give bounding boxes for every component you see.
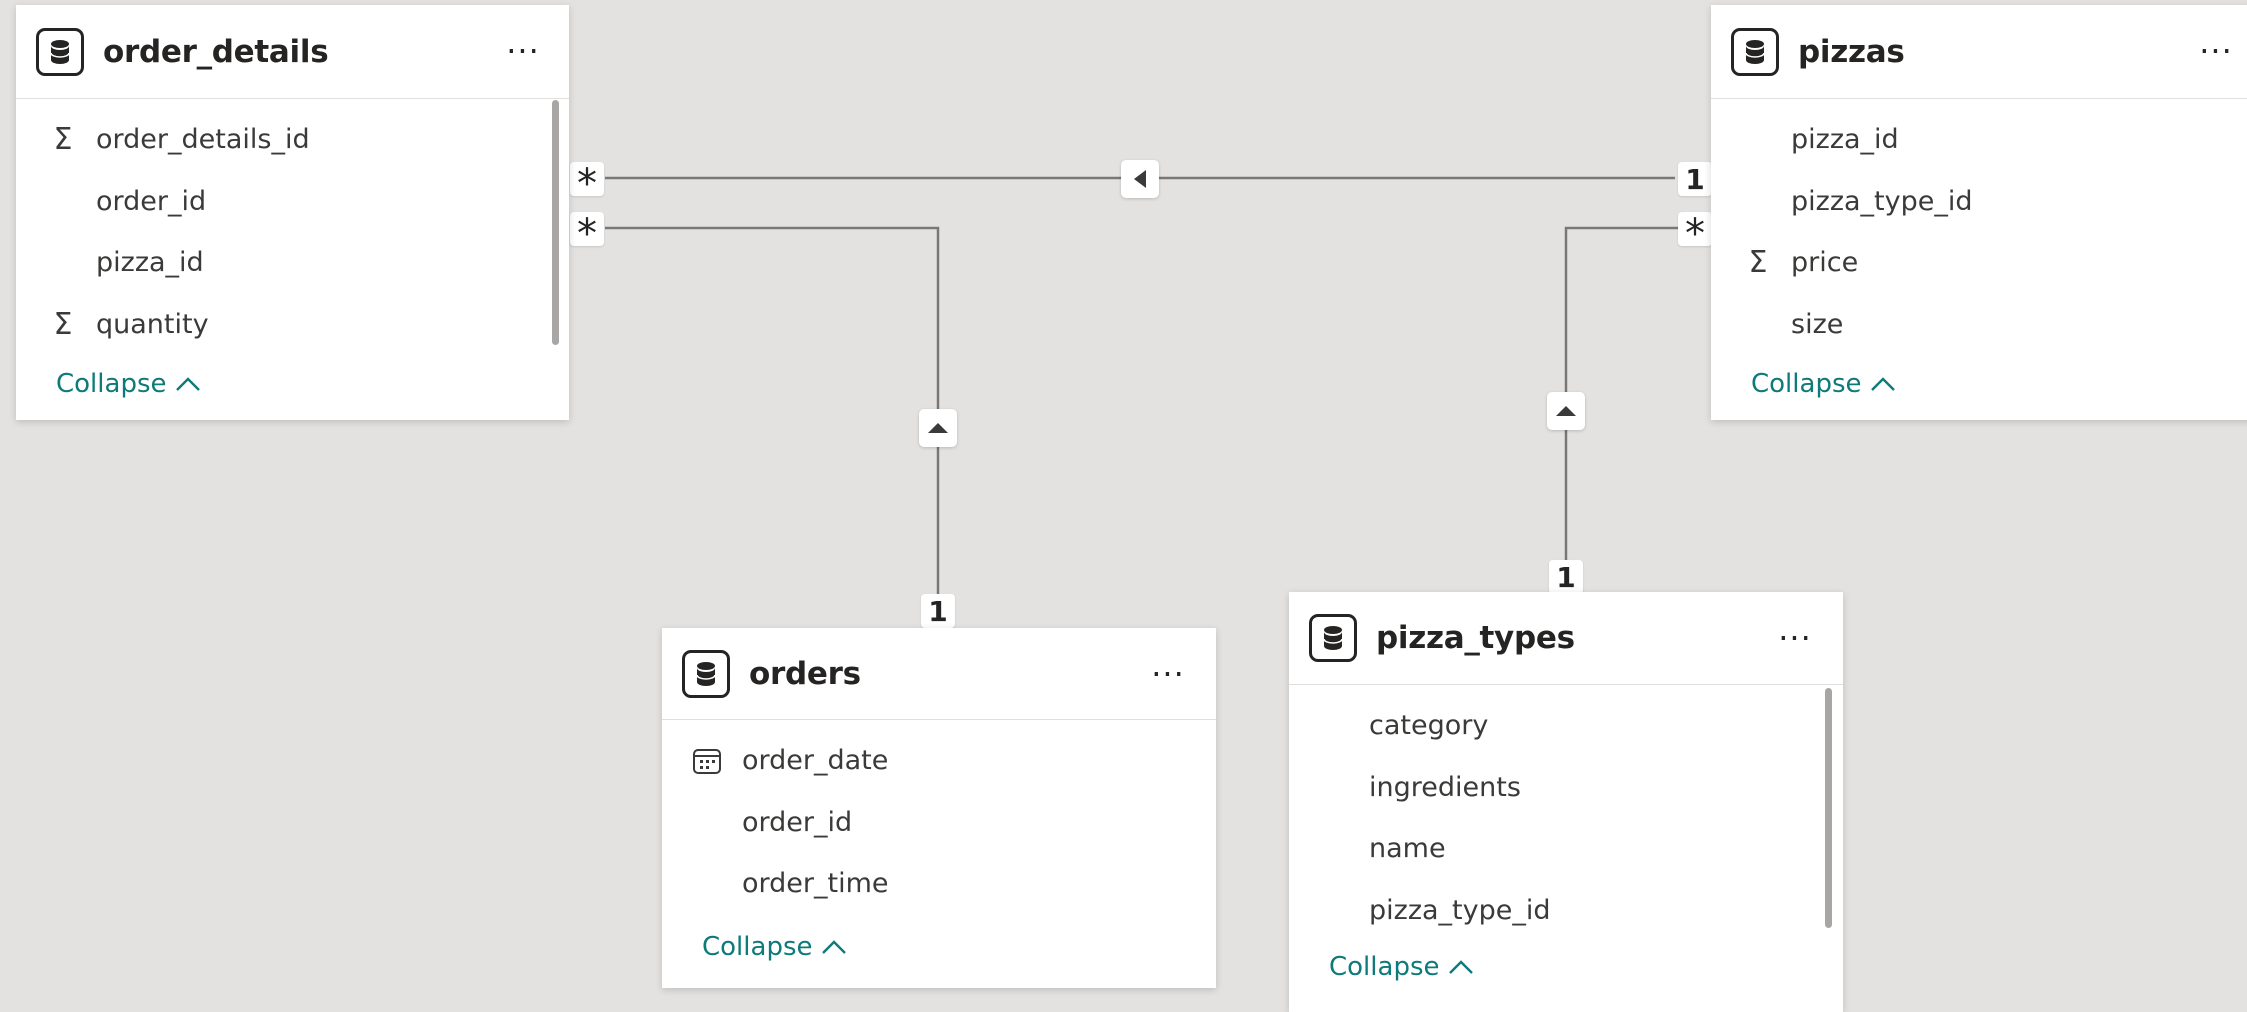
table-title: orders — [749, 655, 861, 692]
field-row[interactable]: order_id — [16, 171, 569, 233]
cardinality-one-orders: 1 — [921, 594, 955, 628]
cardinality-one-pizza-types: 1 — [1549, 560, 1583, 594]
table-title: pizza_types — [1376, 620, 1575, 656]
card-header[interactable]: order_details ··· — [16, 5, 569, 99]
model-canvas[interactable]: * 1 * 1 * 1 order_details ··· Σorder_det… — [0, 0, 2247, 1012]
collapse-button[interactable]: Collapse — [1329, 952, 1474, 982]
field-row[interactable]: pizza_type_id — [1289, 880, 1843, 942]
sum-icon: Σ — [53, 306, 73, 342]
collapse-button[interactable]: Collapse — [1751, 369, 1896, 399]
filter-direction-up-button-orders[interactable] — [919, 409, 957, 447]
card-header[interactable]: orders ··· — [662, 628, 1216, 720]
table-card-orders[interactable]: orders ··· order_date order_id order_tim… — [662, 628, 1216, 988]
field-label: size — [1791, 308, 1844, 340]
triangle-up-icon — [1556, 406, 1576, 416]
cardinality-many-od-pizzas: * — [570, 161, 604, 207]
field-label: order_time — [742, 868, 889, 900]
collapse-label: Collapse — [1329, 952, 1440, 982]
more-options-button[interactable]: ··· — [1146, 654, 1190, 694]
field-label: pizza_id — [96, 247, 204, 279]
field-list: Σorder_details_id order_id pizza_id Σqua… — [16, 99, 569, 355]
table-title: pizzas — [1798, 33, 1905, 70]
field-label: order_details_id — [96, 124, 310, 156]
chevron-up-icon — [1448, 952, 1474, 982]
field-label: category — [1369, 710, 1489, 742]
field-label: price — [1791, 247, 1859, 279]
rel-line-order-details-orders[interactable] — [605, 226, 940, 598]
field-row[interactable]: name — [1289, 818, 1843, 880]
field-row[interactable]: size — [1711, 294, 2247, 356]
sum-icon: Σ — [1748, 245, 1768, 281]
table-card-order-details[interactable]: order_details ··· Σorder_details_id orde… — [16, 5, 569, 420]
field-label: pizza_type_id — [1369, 894, 1551, 926]
collapse-label: Collapse — [56, 369, 167, 399]
field-row[interactable]: Σprice — [1711, 232, 2247, 294]
card-header[interactable]: pizza_types ··· — [1289, 592, 1843, 685]
more-options-button[interactable]: ··· — [1773, 618, 1817, 658]
field-row[interactable]: pizza_id — [1711, 109, 2247, 171]
field-row[interactable]: category — [1289, 695, 1843, 757]
scrollbar[interactable] — [1825, 688, 1832, 928]
database-icon — [682, 649, 730, 698]
table-title: order_details — [103, 33, 329, 70]
field-label: pizza_id — [1791, 124, 1899, 156]
field-label: order_id — [742, 806, 853, 838]
table-card-pizzas[interactable]: pizzas ··· pizza_id pizza_type_id Σprice… — [1711, 5, 2247, 420]
cardinality-many-od-orders: * — [570, 211, 604, 257]
cardinality-many-pizzas-types: * — [1678, 211, 1712, 257]
field-list: order_date order_id order_time — [662, 720, 1216, 915]
more-options-button[interactable]: ··· — [501, 31, 545, 71]
sum-icon: Σ — [53, 122, 73, 158]
collapse-button[interactable]: Collapse — [702, 932, 847, 962]
scrollbar[interactable] — [552, 100, 559, 345]
table-card-pizza-types[interactable]: pizza_types ··· category ingredients nam… — [1289, 592, 1843, 1012]
cardinality-one-pizzas: 1 — [1678, 162, 1712, 196]
triangle-left-icon — [1134, 170, 1146, 188]
field-list: pizza_id pizza_type_id Σprice size — [1711, 99, 2247, 355]
collapse-button[interactable]: Collapse — [56, 369, 201, 399]
collapse-label: Collapse — [1751, 369, 1862, 399]
database-icon — [1731, 27, 1779, 76]
field-label: order_date — [742, 745, 889, 777]
field-label: ingredients — [1369, 771, 1521, 803]
triangle-up-icon — [928, 423, 948, 433]
filter-direction-up-button-pizza-types[interactable] — [1547, 392, 1585, 430]
field-label: order_id — [96, 185, 207, 217]
field-label: name — [1369, 833, 1446, 865]
field-row[interactable]: Σquantity — [16, 294, 569, 356]
database-icon — [36, 27, 84, 76]
calendar-icon — [692, 747, 722, 775]
field-list: category ingredients name pizza_type_id — [1289, 685, 1843, 941]
chevron-up-icon — [821, 932, 847, 962]
filter-direction-left-button[interactable] — [1121, 160, 1159, 198]
database-icon — [1309, 614, 1357, 662]
chevron-up-icon — [1870, 369, 1896, 399]
field-row[interactable]: order_date — [662, 730, 1216, 792]
field-row[interactable]: pizza_type_id — [1711, 171, 2247, 233]
field-label: quantity — [96, 308, 209, 340]
collapse-label: Collapse — [702, 932, 813, 962]
field-row[interactable]: order_time — [662, 853, 1216, 915]
chevron-up-icon — [175, 369, 201, 399]
card-header[interactable]: pizzas ··· — [1711, 5, 2247, 99]
field-row[interactable]: Σorder_details_id — [16, 109, 569, 171]
field-row[interactable]: ingredients — [1289, 757, 1843, 819]
field-row[interactable]: order_id — [662, 792, 1216, 854]
more-options-button[interactable]: ··· — [2194, 31, 2238, 71]
field-label: pizza_type_id — [1791, 185, 1973, 217]
field-row[interactable]: pizza_id — [16, 232, 569, 294]
